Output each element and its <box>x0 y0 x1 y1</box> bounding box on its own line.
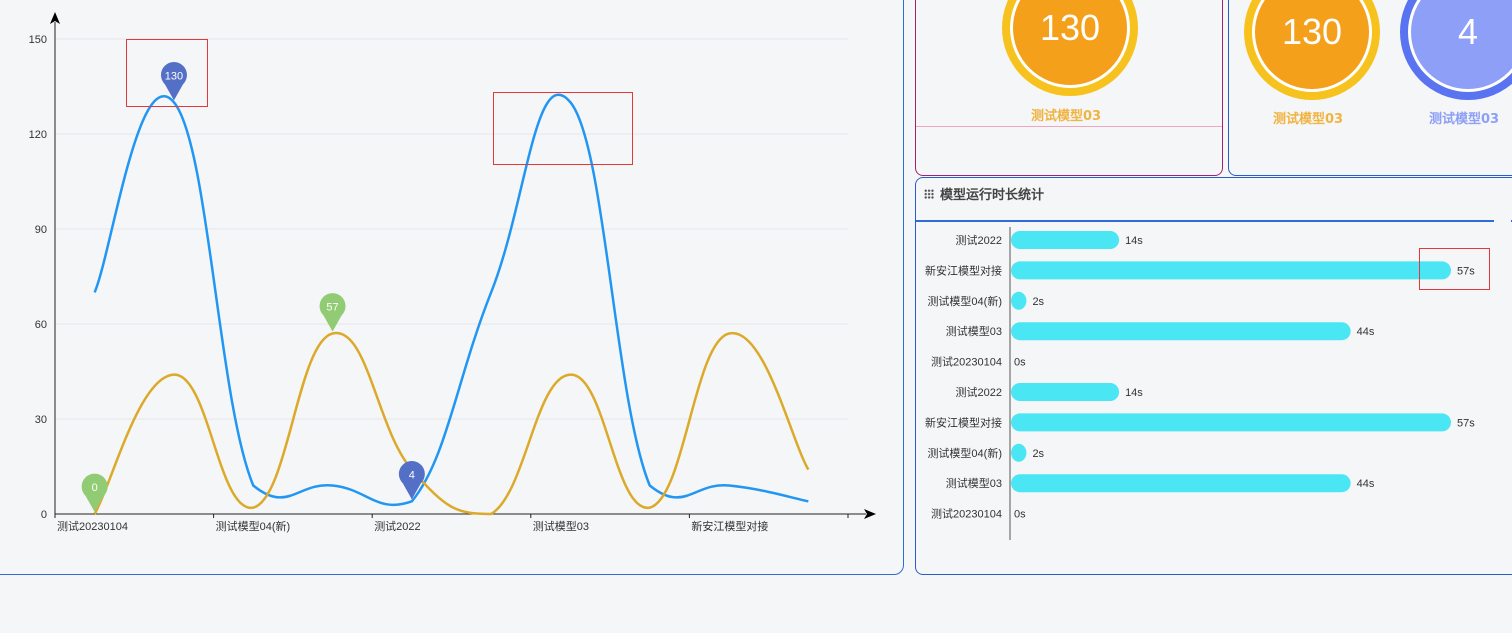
marker-pin: 4 <box>398 460 425 500</box>
y-tick-label: 120 <box>29 129 47 141</box>
duration-bar <box>1011 383 1120 401</box>
marker-label: 4 <box>409 469 415 481</box>
category-label: 测试20230104 <box>931 508 1002 521</box>
category-label: 测试2022 <box>956 234 1002 247</box>
y-tick-label: 90 <box>35 224 47 236</box>
divider <box>916 126 1222 127</box>
category-label: 测试2022 <box>956 386 1002 399</box>
marker-label: 0 <box>92 482 98 494</box>
category-label: 新安江模型对接 <box>925 415 1002 429</box>
bar-value-label: 0s <box>1014 357 1026 369</box>
duration-bar <box>1011 322 1351 341</box>
y-tick-label: 60 <box>35 319 47 331</box>
highlight-box <box>1419 248 1490 290</box>
grid-dots-icon <box>924 188 934 199</box>
highlight-box <box>126 39 208 107</box>
x-tick-label: 测试模型04(新) <box>216 519 291 533</box>
bar-value-label: 14s <box>1125 387 1143 399</box>
panel-title-text: 模型运行时长统计 <box>940 188 1045 203</box>
category-label: 测试模型04(新) <box>927 294 1002 308</box>
category-label: 测试20230104 <box>931 356 1002 369</box>
x-tick-label: 测试2022 <box>374 520 420 533</box>
series-line <box>93 93 809 507</box>
bar-value-label: 57s <box>1457 417 1475 429</box>
category-label: 测试模型03 <box>946 476 1002 490</box>
y-tick-label: 0 <box>41 509 47 521</box>
gauge-value: 130 <box>1252 0 1372 92</box>
gauge-label: 测试模型03 <box>1031 109 1102 124</box>
duration-bar <box>1011 291 1027 310</box>
y-tick-label: 150 <box>29 34 47 46</box>
duration-bar <box>1011 474 1351 493</box>
gauge-label: 测试模型03 <box>1429 112 1500 127</box>
bar-value-label: 2s <box>1032 448 1044 460</box>
bar-value-label: 44s <box>1357 326 1375 338</box>
bar-value-label: 0s <box>1014 509 1026 521</box>
marker-pin: 57 <box>319 293 346 332</box>
category-label: 新安江模型对接 <box>925 263 1002 277</box>
gauge-value: 130 <box>1010 0 1130 88</box>
bar-value-label: 2s <box>1032 296 1044 308</box>
gauge-value: 4 <box>1408 0 1512 92</box>
duration-bar <box>1011 231 1120 249</box>
category-label: 测试模型04(新) <box>927 446 1002 460</box>
marker-pin: 0 <box>81 473 108 512</box>
duration-bar <box>1011 413 1451 432</box>
x-tick-label: 测试模型03 <box>533 519 589 533</box>
duration-panel: 模型运行时长统计 测试2022 14s 新安江模型对接 57s 测试模型04(新) 2s 测… <box>915 177 1512 575</box>
panel-title: 模型运行时长统计 <box>924 184 1044 203</box>
marker-label: 57 <box>326 302 338 314</box>
y-tick-label: 30 <box>35 414 47 426</box>
bar-value-label: 44s <box>1357 478 1375 490</box>
series-line <box>93 332 810 516</box>
category-label: 测试模型03 <box>946 324 1002 338</box>
gauge-label: 测试模型03 <box>1273 112 1344 127</box>
highlight-box <box>493 92 633 165</box>
bar-value-label: 14s <box>1125 235 1143 247</box>
x-tick-label: 测试20230104 <box>57 520 128 533</box>
duration-bar <box>1011 261 1451 280</box>
x-tick-label: 新安江模型对接 <box>691 519 768 533</box>
duration-bar <box>1011 443 1027 462</box>
